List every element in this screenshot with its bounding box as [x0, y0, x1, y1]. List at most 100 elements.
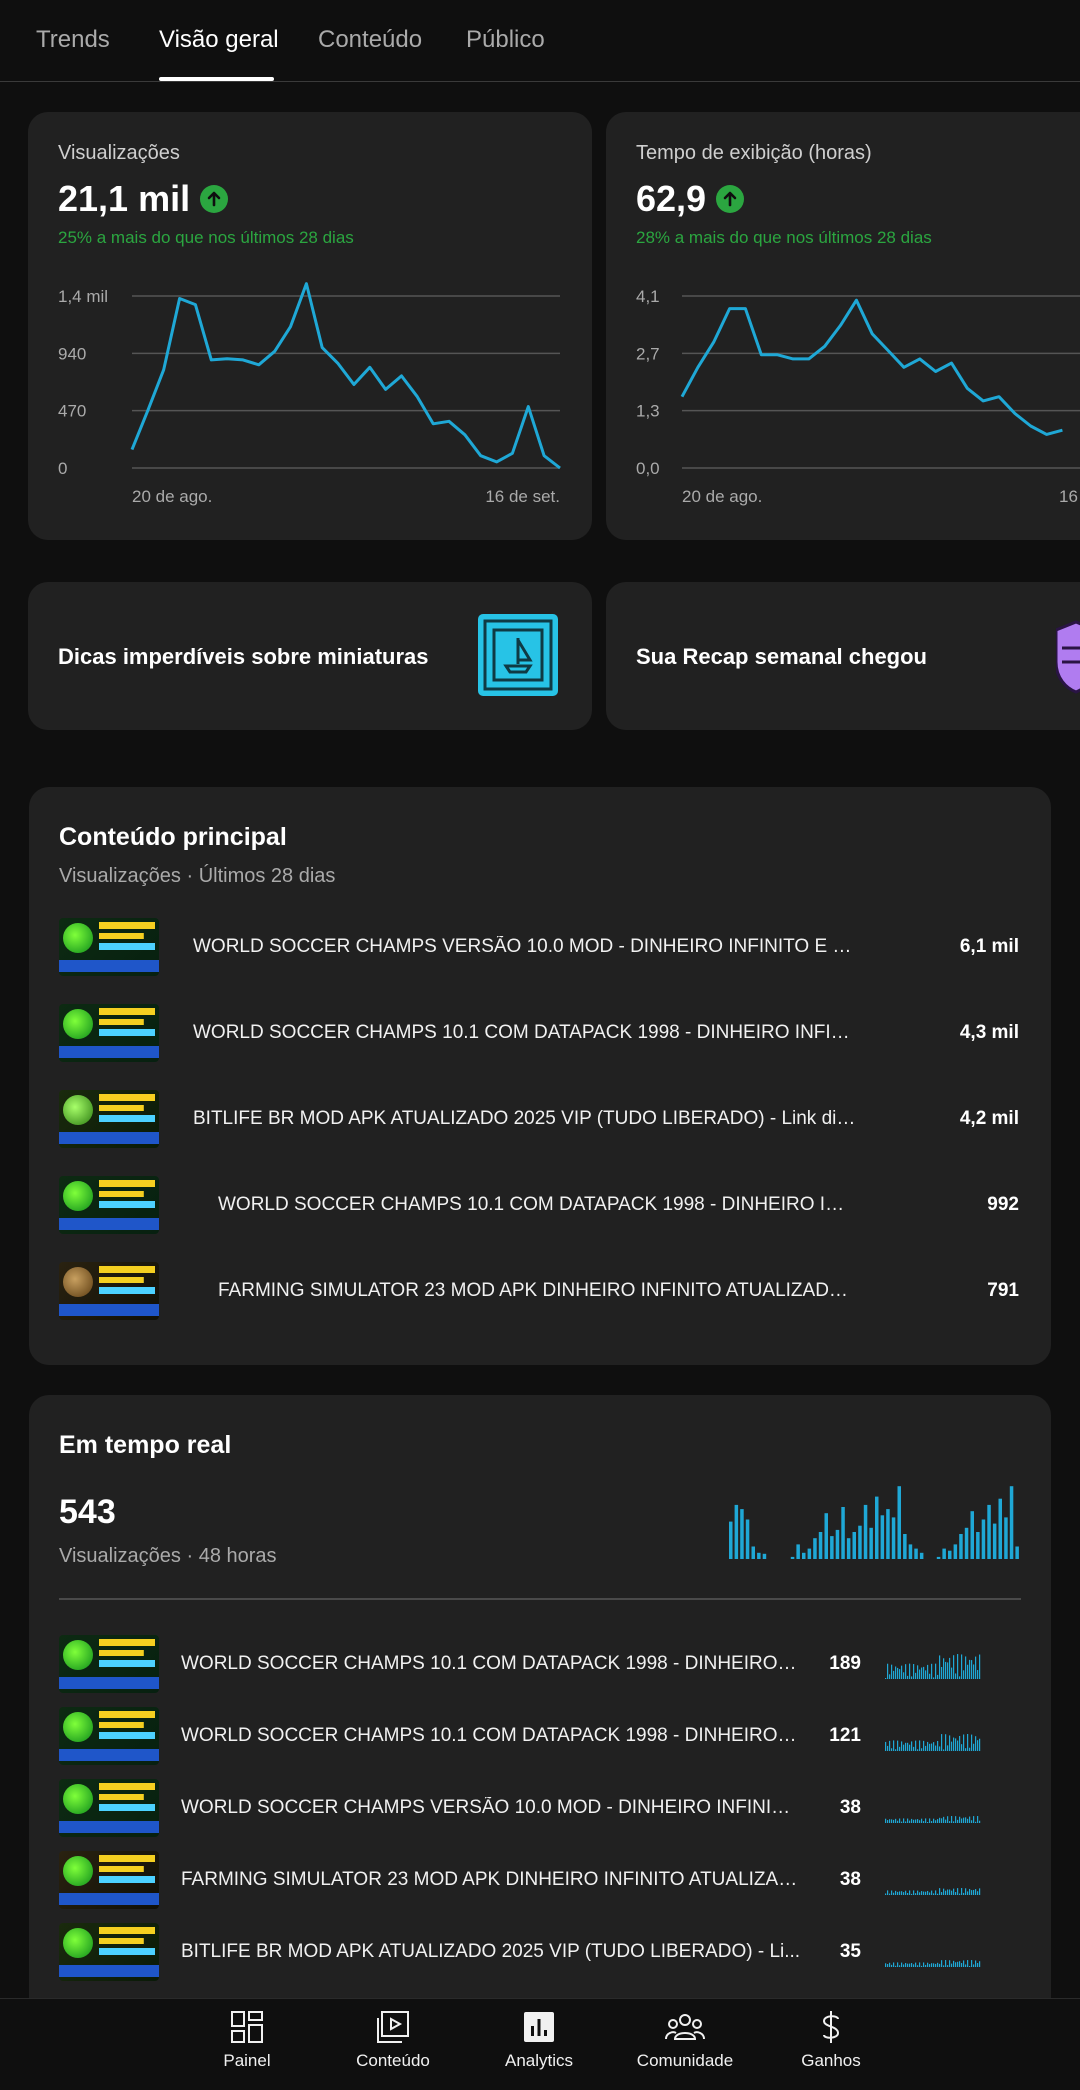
spark-bar [921, 1965, 923, 1967]
spark-bar [945, 1819, 947, 1823]
nav-painel[interactable]: Painel [174, 2009, 320, 2071]
bar [757, 1552, 761, 1559]
spark-bar [917, 1890, 919, 1895]
spark-bar [895, 1666, 897, 1679]
spark-bar [949, 1960, 951, 1967]
bar [824, 1513, 828, 1559]
spark-bar [903, 1818, 905, 1823]
nav-conteudo[interactable]: Conteúdo [320, 2009, 466, 2071]
spark-bar [971, 1660, 973, 1679]
nav-ganhos[interactable]: Ganhos [758, 2009, 904, 2071]
spark-bar [961, 1888, 963, 1895]
bottom-navigation: Painel Conteúdo Analytics Comunidade Gan… [0, 1998, 1080, 2090]
spark-bar [891, 1748, 893, 1751]
spark-bar [963, 1817, 965, 1823]
spark-bar [963, 1670, 965, 1679]
spark-bar [965, 1748, 967, 1751]
sparkline-chart [885, 1654, 981, 1679]
spark-bar [895, 1890, 897, 1895]
spark-bar [965, 1817, 967, 1823]
spark-bar [961, 1654, 963, 1679]
spark-bar [919, 1669, 921, 1679]
tab-trends[interactable]: Trends [36, 26, 110, 54]
video-views: 38 [839, 1797, 861, 1818]
list-item[interactable]: BITLIFE BR MOD APK ATUALIZADO 2025 VIP (… [59, 1922, 1021, 1982]
top-content-card: Conteúdo principal Visualizações · Últim… [29, 787, 1051, 1365]
watch-time-metric-card[interactable]: Tempo de exibição (horas) 62,9 28% a mai… [606, 112, 1080, 540]
spark-bar [905, 1890, 907, 1895]
realtime-value: 543 [59, 1493, 116, 1531]
list-item[interactable]: WORLD SOCCER CHAMPS 10.1 COM DATAPACK 19… [59, 1706, 1021, 1766]
list-item[interactable]: WORLD SOCCER CHAMPS 10.1 COM DATAPACK 19… [59, 1175, 1021, 1235]
spark-bar [911, 1818, 913, 1823]
bar [790, 1556, 795, 1559]
video-title: WORLD SOCCER CHAMPS VERSÃO 10.0 MOD - DI… [193, 936, 857, 957]
spark-bar [947, 1745, 949, 1751]
earnings-icon [822, 2011, 840, 2043]
spark-bar [885, 1893, 887, 1895]
spark-bar [971, 1734, 973, 1751]
spark-bar [947, 1816, 949, 1823]
list-item[interactable]: WORLD SOCCER CHAMPS VERSÃO 10.0 MOD - DI… [59, 917, 1021, 977]
thumbnail-tips-card[interactable]: Dicas imperdíveis sobre miniaturas [28, 582, 592, 730]
spark-bar [943, 1658, 945, 1679]
spark-bar [925, 1745, 927, 1751]
y-tick-label: 470 [58, 402, 86, 421]
bar [959, 1534, 963, 1559]
nav-comunidade[interactable]: Comunidade [612, 2009, 758, 2071]
spark-bar [939, 1888, 941, 1895]
spark-bar [979, 1654, 981, 1679]
spark-bar [955, 1962, 957, 1967]
tab-audience[interactable]: Público [466, 26, 545, 54]
list-item[interactable]: WORLD SOCCER CHAMPS 10.1 COM DATAPACK 19… [59, 1634, 1021, 1694]
spark-bar [951, 1667, 953, 1679]
spark-bar [899, 1818, 901, 1823]
y-tick-label: 1,3 [636, 402, 660, 421]
spark-bar [973, 1664, 975, 1679]
nav-label: Ganhos [801, 2051, 861, 2070]
spark-bar [965, 1964, 967, 1967]
spark-bar [899, 1891, 901, 1895]
tip-label: Sua Recap semanal chegou [636, 644, 927, 669]
spark-bar [921, 1667, 923, 1679]
list-item[interactable]: WORLD SOCCER CHAMPS VERSÃO 10.0 MOD - DI… [59, 1778, 1021, 1838]
spark-bar [935, 1963, 937, 1967]
spark-bar [889, 1819, 891, 1823]
spark-bar [897, 1891, 899, 1895]
spark-bar [885, 1963, 887, 1967]
nav-label: Comunidade [636, 2051, 734, 2070]
y-tick-label: 1,4 mil [58, 287, 108, 306]
bar [830, 1536, 834, 1559]
spark-bar [965, 1888, 967, 1895]
sparkline-chart [885, 1816, 981, 1823]
video-title: WORLD SOCCER CHAMPS 10.1 COM DATAPACK 19… [181, 1653, 801, 1674]
spark-bar [923, 1891, 925, 1895]
spark-bar [977, 1963, 979, 1967]
video-thumbnail [59, 1176, 159, 1234]
bar [734, 1504, 739, 1559]
bar [936, 1556, 941, 1559]
list-item[interactable]: FARMING SIMULATOR 23 MOD APK DINHEIRO IN… [59, 1261, 1021, 1321]
spark-bar [941, 1667, 943, 1679]
spark-bar [921, 1891, 923, 1895]
list-item[interactable]: WORLD SOCCER CHAMPS 10.1 COM DATAPACK 19… [59, 1003, 1021, 1063]
spark-bar [951, 1963, 953, 1967]
spark-bar [901, 1821, 903, 1823]
spark-bar [921, 1818, 923, 1823]
spark-bar [929, 1818, 931, 1823]
list-item[interactable]: FARMING SIMULATOR 23 MOD APK DINHEIRO IN… [59, 1850, 1021, 1910]
tab-overview[interactable]: Visão geral [159, 26, 279, 54]
spark-bar [943, 1816, 945, 1823]
spark-bar [887, 1745, 889, 1751]
nav-analytics[interactable]: Analytics [466, 2009, 612, 2071]
spark-bar [975, 1960, 977, 1967]
spark-bar [969, 1747, 971, 1751]
spark-bar [959, 1816, 961, 1823]
spark-bar [913, 1746, 915, 1751]
list-item[interactable]: BITLIFE BR MOD APK ATUALIZADO 2025 VIP (… [59, 1089, 1021, 1149]
views-metric-card[interactable]: Visualizações 21,1 mil 25% a mais do que… [28, 112, 592, 540]
bar [762, 1553, 767, 1559]
bar [818, 1532, 823, 1559]
weekly-recap-card[interactable]: Sua Recap semanal chegou [606, 582, 1080, 730]
tab-content[interactable]: Conteúdo [318, 26, 422, 54]
